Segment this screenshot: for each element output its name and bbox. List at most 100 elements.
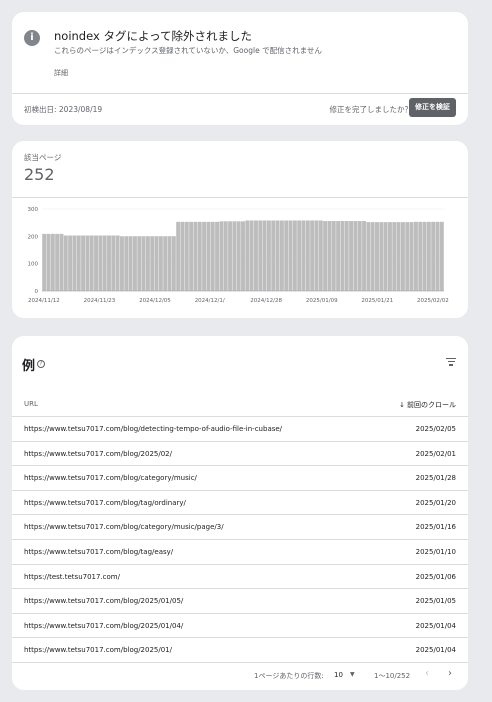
chart-bar[interactable] xyxy=(76,235,81,291)
table-row[interactable]: https://www.tetsu7017.com/blog/2025/01/0… xyxy=(12,589,468,614)
chart-bar[interactable] xyxy=(366,222,371,291)
table-row[interactable]: https://www.tetsu7017.com/blog/category/… xyxy=(12,515,468,540)
chart-bar[interactable] xyxy=(271,220,276,291)
chart-bar[interactable] xyxy=(383,222,388,291)
chart-bar[interactable] xyxy=(353,221,358,291)
table-row[interactable]: https://www.tetsu7017.com/blog/tag/easy/… xyxy=(12,540,468,565)
chart-bar[interactable] xyxy=(154,236,159,291)
chart-bar[interactable] xyxy=(42,233,47,291)
chart-bar[interactable] xyxy=(262,220,267,291)
chart-bar[interactable] xyxy=(189,221,194,291)
chart-bar[interactable] xyxy=(219,221,224,291)
chart-bar[interactable] xyxy=(314,220,319,291)
chevron-right-icon[interactable]: › xyxy=(448,668,452,679)
chart-bar[interactable] xyxy=(150,236,155,291)
chart-bar[interactable] xyxy=(59,233,64,291)
chart-bar[interactable] xyxy=(55,233,60,291)
chart-bar[interactable] xyxy=(357,221,362,291)
chart-bar[interactable] xyxy=(145,236,150,291)
table-row[interactable]: https://www.tetsu7017.com/blog/category/… xyxy=(12,466,468,491)
chart-bar[interactable] xyxy=(241,221,245,291)
table-row[interactable]: https://test.tetsu7017.com/2025/01/06 xyxy=(12,565,468,590)
column-header-last-crawl[interactable]: ↓ 前回のクロール xyxy=(399,400,456,410)
chart-bar[interactable] xyxy=(102,235,107,291)
chart-bar[interactable] xyxy=(435,221,440,291)
caret-down-icon[interactable]: ▼ xyxy=(350,671,355,678)
chart-bar[interactable] xyxy=(63,235,68,291)
table-row[interactable]: https://www.tetsu7017.com/blog/2025/01/2… xyxy=(12,638,468,663)
chart-bar[interactable] xyxy=(111,235,116,291)
chart-bar[interactable] xyxy=(284,220,289,291)
chart-bar[interactable] xyxy=(98,235,103,291)
chart-bar[interactable] xyxy=(245,220,250,291)
chart-bar[interactable] xyxy=(305,220,310,291)
chart-bar[interactable] xyxy=(323,221,328,291)
chart-bar[interactable] xyxy=(115,235,120,291)
filter-icon[interactable] xyxy=(446,358,456,368)
chart-bar[interactable] xyxy=(89,235,94,291)
chart-bar[interactable] xyxy=(327,221,332,291)
chart-bar[interactable] xyxy=(431,221,436,291)
chart-bar[interactable] xyxy=(72,235,77,291)
chart-bar[interactable] xyxy=(310,220,315,291)
chart-bar[interactable] xyxy=(413,221,418,291)
chart-bar[interactable] xyxy=(288,220,293,291)
chart-bar[interactable] xyxy=(301,220,306,291)
chart-bar[interactable] xyxy=(46,233,51,291)
chart-bar[interactable] xyxy=(180,221,185,291)
chart-bar[interactable] xyxy=(158,236,163,291)
chart-bar[interactable] xyxy=(396,222,401,291)
chart-bar[interactable] xyxy=(215,221,220,291)
chart-bar[interactable] xyxy=(107,235,111,291)
chart-bar[interactable] xyxy=(409,222,414,291)
chart-bar[interactable] xyxy=(167,236,172,291)
chart-bar[interactable] xyxy=(176,221,181,291)
table-row[interactable]: https://www.tetsu7017.com/blog/tag/ordin… xyxy=(12,491,468,516)
chart-bar[interactable] xyxy=(163,236,168,291)
chevron-left-icon[interactable]: ‹ xyxy=(425,668,429,679)
chart-bar[interactable] xyxy=(258,220,263,291)
table-row[interactable]: https://www.tetsu7017.com/blog/2025/02/2… xyxy=(12,442,468,467)
chart-bar[interactable] xyxy=(379,222,384,291)
chart-bar[interactable] xyxy=(418,221,423,291)
chart-bar[interactable] xyxy=(197,221,202,291)
chart-bar[interactable] xyxy=(331,221,336,291)
chart-bar[interactable] xyxy=(137,236,142,291)
chart-bar[interactable] xyxy=(249,220,254,291)
chart-bar[interactable] xyxy=(171,236,176,291)
chart-bar[interactable] xyxy=(292,220,297,291)
chart-bar[interactable] xyxy=(120,236,124,291)
details-link[interactable]: 詳細 xyxy=(54,68,68,78)
chart-bar[interactable] xyxy=(426,221,431,291)
chart-bar[interactable] xyxy=(340,221,345,291)
chart-bar[interactable] xyxy=(266,220,271,291)
chart-bar[interactable] xyxy=(141,236,146,291)
chart-bar[interactable] xyxy=(232,221,237,291)
chart-bar[interactable] xyxy=(184,221,189,291)
chart-bar[interactable] xyxy=(400,222,405,291)
chart-bar[interactable] xyxy=(223,221,228,291)
chart-bar[interactable] xyxy=(344,221,349,291)
chart-bar[interactable] xyxy=(206,221,211,291)
chart-bar[interactable] xyxy=(349,221,354,291)
chart-bar[interactable] xyxy=(275,220,280,291)
chart-bar[interactable] xyxy=(128,236,133,291)
chart-bar[interactable] xyxy=(202,221,207,291)
chart-bar[interactable] xyxy=(81,235,86,291)
chart-bar[interactable] xyxy=(132,236,137,291)
table-row[interactable]: https://www.tetsu7017.com/blog/detecting… xyxy=(12,417,468,442)
chart-bar[interactable] xyxy=(388,222,392,291)
chart-bar[interactable] xyxy=(210,221,215,291)
chart-bar[interactable] xyxy=(422,221,427,291)
chart-bar[interactable] xyxy=(370,222,375,291)
chart-bar[interactable] xyxy=(405,222,410,291)
chart-bar[interactable] xyxy=(375,222,379,291)
chart-bar[interactable] xyxy=(85,235,90,291)
chart-bar[interactable] xyxy=(392,222,397,291)
chart-bar[interactable] xyxy=(279,220,284,291)
chart-bar[interactable] xyxy=(254,220,258,291)
chart-bar[interactable] xyxy=(124,236,129,291)
chart-bar[interactable] xyxy=(439,221,444,291)
help-icon[interactable]: ? xyxy=(37,360,45,368)
chart-bar[interactable] xyxy=(362,221,366,291)
